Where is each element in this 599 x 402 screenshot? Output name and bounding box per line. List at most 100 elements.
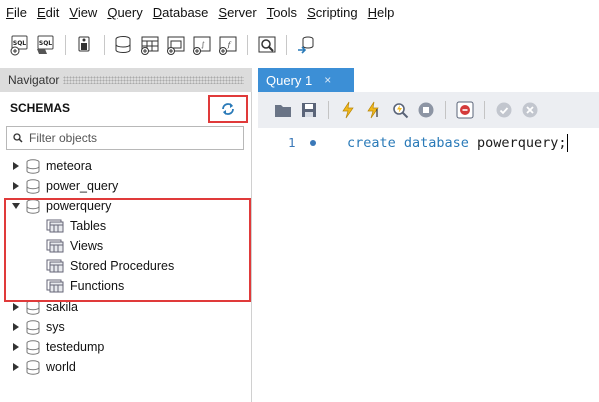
sql-keyword: create database bbox=[347, 135, 469, 151]
reconnect-icon bbox=[298, 36, 314, 54]
create-procedure-button[interactable]: ∫ bbox=[190, 32, 214, 58]
expand-caret-icon[interactable] bbox=[10, 160, 22, 172]
close-icon[interactable]: × bbox=[324, 73, 331, 87]
svg-text:∫: ∫ bbox=[201, 41, 205, 49]
navigator-header: Navigator bbox=[0, 68, 252, 92]
inspector-button[interactable] bbox=[73, 32, 97, 58]
stop-on-error-icon bbox=[456, 101, 474, 119]
expand-caret-icon[interactable] bbox=[10, 321, 22, 333]
sql-identifier: powerquery bbox=[468, 135, 559, 151]
code-line[interactable]: create database powerquery; bbox=[347, 134, 569, 152]
menu-edit[interactable]: Edit bbox=[34, 0, 66, 26]
menu-view[interactable]: View bbox=[66, 0, 104, 26]
schema-row-meteora[interactable]: meteora bbox=[0, 156, 92, 176]
create-schema-button[interactable] bbox=[112, 32, 136, 58]
expand-caret-icon[interactable] bbox=[10, 361, 22, 373]
lightning-icon bbox=[342, 101, 354, 119]
reconnect-button[interactable] bbox=[294, 32, 318, 58]
menu-database[interactable]: Database bbox=[150, 0, 216, 26]
create-schema-icon bbox=[115, 36, 131, 54]
schema-name: power_query bbox=[46, 179, 119, 193]
schema-name: meteora bbox=[46, 159, 92, 173]
create-function-button[interactable]: f bbox=[216, 32, 240, 58]
stop-icon bbox=[418, 102, 434, 118]
schema-row-power-query[interactable]: power_query bbox=[0, 176, 118, 196]
panel-grip[interactable] bbox=[63, 76, 244, 84]
main-toolbar: SQL SQL ∫ f bbox=[0, 26, 599, 64]
database-icon bbox=[26, 319, 40, 335]
checkmark-circle-icon bbox=[496, 102, 512, 118]
stop-query-button[interactable] bbox=[415, 98, 437, 122]
create-view-button[interactable] bbox=[164, 32, 188, 58]
search-icon bbox=[13, 133, 23, 143]
new-sql-tab-icon: SQL bbox=[10, 35, 28, 56]
save-script-button[interactable] bbox=[298, 98, 320, 122]
open-sql-script-button[interactable]: SQL bbox=[34, 32, 58, 58]
menu-help[interactable]: Help bbox=[365, 0, 402, 26]
sql-terminator: ; bbox=[558, 135, 567, 151]
schema-row-sys[interactable]: sys bbox=[0, 317, 65, 337]
schema-row-world[interactable]: world bbox=[0, 357, 76, 377]
menu-query[interactable]: Query bbox=[104, 0, 149, 26]
menu-tools[interactable]: Tools bbox=[264, 0, 304, 26]
search-table-icon bbox=[258, 36, 276, 53]
new-sql-tab-button[interactable]: SQL bbox=[8, 32, 32, 58]
schema-name: testedump bbox=[46, 340, 105, 354]
text-cursor bbox=[567, 134, 569, 152]
menu-server[interactable]: Server bbox=[215, 0, 263, 26]
toolbar-divider bbox=[65, 35, 66, 55]
create-table-icon bbox=[141, 36, 159, 55]
schema-row-testedump[interactable]: testedump bbox=[0, 337, 104, 357]
commit-button[interactable] bbox=[493, 98, 515, 122]
expand-caret-icon[interactable] bbox=[10, 301, 22, 313]
search-table-data-button[interactable] bbox=[255, 32, 279, 58]
magnifier-lightning-icon bbox=[393, 103, 409, 119]
create-view-icon bbox=[167, 36, 185, 55]
toolbar-divider bbox=[445, 101, 446, 119]
open-sql-icon: SQL bbox=[37, 35, 54, 54]
toolbar-divider bbox=[247, 35, 248, 55]
filter-objects-input[interactable] bbox=[29, 131, 229, 145]
rollback-button[interactable] bbox=[519, 98, 541, 122]
annotation-highlight-box bbox=[4, 198, 251, 302]
toolbar-divider bbox=[328, 101, 329, 119]
menu-file[interactable]: File bbox=[3, 0, 34, 26]
svg-text:SQL: SQL bbox=[39, 40, 52, 47]
statement-marker-icon bbox=[310, 140, 316, 146]
filter-objects-field[interactable] bbox=[6, 126, 244, 150]
query-tab-bar: Query 1 × bbox=[258, 68, 599, 92]
execute-current-button[interactable] bbox=[363, 98, 385, 122]
query-toolbar bbox=[258, 92, 599, 128]
create-table-button[interactable] bbox=[138, 32, 162, 58]
open-script-button[interactable] bbox=[272, 98, 294, 122]
schema-name: sakila bbox=[46, 300, 78, 314]
schema-name: sys bbox=[46, 320, 65, 334]
create-function-icon: f bbox=[219, 36, 237, 55]
lightning-cursor-icon bbox=[367, 101, 379, 119]
folder-icon bbox=[275, 105, 291, 117]
inspector-icon bbox=[78, 36, 90, 52]
menu-bar: File Edit View Query Database Server Too… bbox=[0, 0, 599, 26]
explain-query-button[interactable] bbox=[389, 98, 411, 122]
toolbar-divider bbox=[484, 101, 485, 119]
navigator-title: Navigator bbox=[8, 73, 60, 87]
line-number: 1 bbox=[288, 135, 296, 150]
create-procedure-icon: ∫ bbox=[193, 36, 211, 55]
expand-caret-icon[interactable] bbox=[10, 341, 22, 353]
database-icon bbox=[26, 178, 40, 194]
refresh-schemas-button[interactable] bbox=[208, 95, 248, 123]
toolbar-divider bbox=[286, 35, 287, 55]
menu-scripting[interactable]: Scripting bbox=[304, 0, 365, 26]
execute-all-button[interactable] bbox=[337, 98, 359, 122]
database-icon bbox=[26, 339, 40, 355]
save-icon bbox=[302, 103, 316, 117]
stop-on-error-toggle[interactable] bbox=[454, 98, 476, 122]
expand-caret-icon[interactable] bbox=[10, 180, 22, 192]
schemas-title: SCHEMAS bbox=[10, 101, 71, 115]
database-icon bbox=[26, 359, 40, 375]
cancel-circle-icon bbox=[522, 102, 538, 118]
tab-label: Query 1 bbox=[266, 72, 313, 88]
database-icon bbox=[26, 158, 40, 174]
tab-query-1[interactable]: Query 1 × bbox=[258, 68, 354, 92]
sql-editor[interactable]: 1 create database powerquery; bbox=[258, 128, 599, 402]
